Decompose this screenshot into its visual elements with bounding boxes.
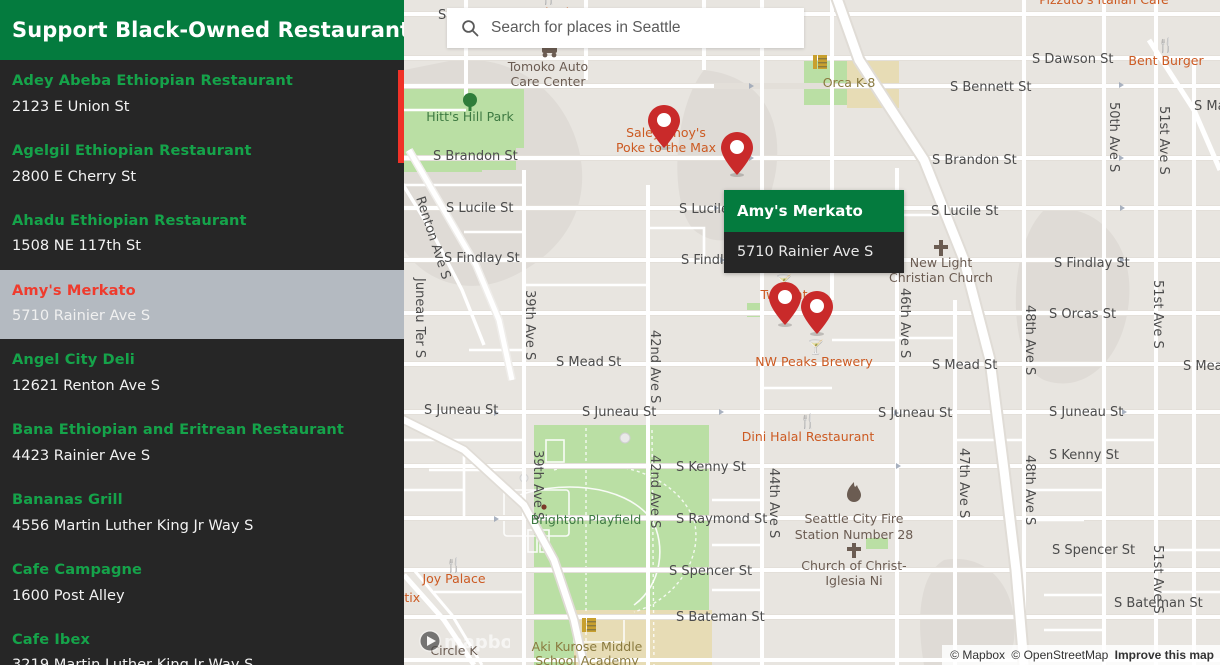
sidebar-scrollbar-track[interactable]	[398, 60, 404, 665]
map-attribution[interactable]: © Mapbox © OpenStreetMap Improve this ma…	[942, 645, 1220, 665]
sidebar-scrollbar-thumb[interactable]	[398, 70, 404, 163]
restaurant-address: 5710 Rainier Ave S	[12, 307, 151, 325]
popup-title: Amy's Merkato	[724, 190, 904, 232]
restaurant-list-item[interactable]: Agelgil Ethiopian Restaurant 2800 E Cherr…	[0, 129, 404, 200]
restaurant-name: Amy's Merkato	[12, 281, 136, 299]
map-marker-pin[interactable]	[720, 131, 754, 181]
map-canvas-container[interactable]: S Dawson St S Dawson St S Dawson St S Be…	[404, 0, 1220, 665]
restaurant-list-item[interactable]: Bana Ethiopian and Eritrean Restaurant 44…	[0, 409, 404, 480]
popup-address: 5710 Rainier Ave S	[724, 232, 904, 273]
restaurant-list-item[interactable]: Cafe Campagne 1600 Post Alley	[0, 548, 404, 619]
restaurant-list-item[interactable]: Ahadu Ethiopian Restaurant 1508 NE 117th …	[0, 199, 404, 270]
restaurant-list-item[interactable]: Cafe Ibex 3219 Martin Luther King Jr Way …	[0, 618, 404, 665]
restaurant-address: 2123 E Union St	[12, 97, 130, 115]
restaurant-name: Ahadu Ethiopian Restaurant	[12, 211, 247, 229]
restaurant-name: Cafe Ibex	[12, 630, 90, 648]
restaurant-name: Cafe Campagne	[12, 560, 142, 578]
restaurant-address: 4556 Martin Luther King Jr Way S	[12, 516, 254, 534]
attrib-mapbox[interactable]: © Mapbox	[950, 648, 1005, 662]
restaurant-list-item[interactable]: Bananas Grill 4556 Martin Luther King Jr …	[0, 479, 404, 549]
restaurant-list-item[interactable]: Angel City Deli 12621 Renton Ave S	[0, 339, 404, 410]
restaurant-address: 12621 Renton Ave S	[12, 377, 160, 395]
map-marker-pin[interactable]	[647, 104, 681, 154]
restaurant-name: Bana Ethiopian and Eritrean Restaurant	[12, 421, 344, 439]
sidebar-header: Support Black-Owned Restaurants	[0, 0, 404, 60]
restaurant-name: Bananas Grill	[12, 491, 123, 509]
restaurant-address: 1508 NE 117th St	[12, 237, 142, 255]
restaurant-address: 2800 E Cherry St	[12, 167, 137, 185]
search-bar[interactable]	[447, 8, 804, 48]
sidebar: Support Black-Owned Restaurants Adey Abe…	[0, 0, 404, 665]
map-marker-pin[interactable]	[800, 290, 834, 340]
map-marker-pin-selected[interactable]	[768, 281, 802, 331]
mapbox-logo[interactable]: mapbox	[418, 629, 525, 657]
restaurant-name: Adey Abeba Ethiopian Restaurant	[12, 72, 293, 89]
svg-text:mapbox: mapbox	[444, 632, 510, 653]
attrib-osm[interactable]: © OpenStreetMap	[1011, 648, 1108, 662]
app-root: S Dawson St S Dawson St S Dawson St S Be…	[0, 0, 1220, 665]
restaurant-list[interactable]: Adey Abeba Ethiopian Restaurant 2123 E Un…	[0, 60, 404, 665]
map-popup[interactable]: Amy's Merkato 5710 Rainier Ave S	[724, 190, 904, 273]
attrib-improve-link[interactable]: Improve this map	[1115, 648, 1214, 662]
restaurant-list-item[interactable]: Adey Abeba Ethiopian Restaurant 2123 E Un…	[0, 60, 404, 130]
restaurant-name: Angel City Deli	[12, 351, 135, 369]
restaurant-address: 1600 Post Alley	[12, 586, 125, 604]
search-input[interactable]	[491, 19, 804, 37]
restaurant-list-item[interactable]: Amy's Merkato 5710 Rainier Ave S	[0, 269, 404, 340]
restaurant-name: Agelgil Ethiopian Restaurant	[12, 141, 252, 159]
page-title: Support Black-Owned Restaurants	[12, 18, 404, 42]
search-icon	[461, 19, 479, 37]
restaurant-address: 4423 Rainier Ave S	[12, 446, 151, 464]
restaurant-address: 3219 Martin Luther King Jr Way S	[12, 656, 254, 665]
